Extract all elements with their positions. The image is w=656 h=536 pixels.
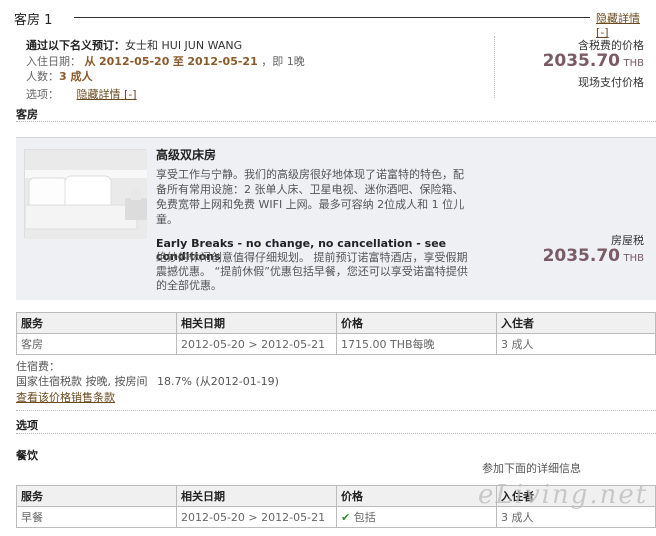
checkin-row: 入住日期： 从 2012-05-20 至 2012-05-21 ，即 1晚 [26,53,305,69]
room-price-currency: THB [623,253,645,264]
dining-section-title: 餐饮 [16,449,38,462]
guest-name: 女士和 HUI JUN WANG [125,39,243,52]
room-description: 享受工作与宁静。我们的高级房很好地体现了诺富特的特色，配备所有常用设施：2 张单… [156,168,465,226]
section-divider [16,410,656,411]
room-price-amount: 2035.70 [542,246,620,266]
cell-service: 早餐 [16,506,177,528]
watermark: eLiving.net [478,480,649,510]
included-text: 包括 [353,511,376,524]
people-value: 3 成人 [59,70,93,83]
col-price: 价格 [336,312,497,334]
room-price: 2035.70 THB [543,246,644,266]
room-photo[interactable] [24,149,147,239]
booked-by-row: 通过以下名义预订：女士和 HUI JUN WANG [26,37,242,53]
options-label: 选项： [26,88,59,101]
people-row: 人数：3 成人 [26,68,92,84]
check-icon: ✔ [341,511,351,524]
rooms-section-title: 客房 [16,108,38,121]
table-row: 客房 2012-05-20 > 2012-05-21 1715.00 THB每晚… [16,333,656,355]
end-date: 2012-05-21 [187,55,258,68]
cell-occupants: 3 成人 [496,333,656,355]
total-price-amount: 2035.70 [542,51,620,71]
tax-label: 住宿费： [16,360,60,373]
cell-dates: 2012-05-20 > 2012-05-21 [176,333,337,355]
col-dates: 相关日期 [176,312,337,334]
col-price: 价格 [336,485,497,507]
options-section-title: 选项 [16,419,38,432]
booked-by-label: 通过以下名义预订： [26,39,125,52]
total-price-currency: THB [623,58,645,69]
room-services-table: 服务 相关日期 价格 入住者 客房 2012-05-20 > 2012-05-2… [16,312,656,355]
section-divider [16,121,656,122]
cell-price: ✔ 包括 [336,506,497,528]
options-row: 选项： 隐藏詳情 [-] [26,86,137,102]
pay-at-hotel-label: 现场支付价格 [578,76,644,89]
col-dates: 相关日期 [176,485,337,507]
summary-separator [494,36,495,98]
col-service: 服务 [16,485,177,507]
dining-note: 参加下面的详细信息 [482,462,581,475]
start-date: 2012-05-20 [99,55,170,68]
nights-count: ，即 1晚 [261,55,305,68]
cell-price: 1715.00 THB每晚 [336,333,497,355]
people-label: 人数： [26,70,59,83]
section-divider [16,433,656,434]
sales-terms-link[interactable]: 查看该价格销售条款 [16,389,115,405]
tax-line: 国家住宿税款 按晚, 按房间 18.7% (从2012-01-19) [16,373,279,389]
checkin-label: 入住日期： [26,55,81,68]
options-hide-link[interactable]: 隐藏詳情 [-] [77,88,137,101]
cell-service: 客房 [16,333,177,355]
col-occupants: 入住者 [496,312,656,334]
tax-percent: 18.7% (从2012-01-19) [157,375,279,388]
hide-details-link[interactable]: 隐藏詳情 [-] [596,10,656,39]
rate-description: 绝妙的休闲创意值得仔细规划。 提前预订诺富特酒店，享受假期震撼优惠。 “提前休假… [156,251,468,292]
room-title: 客房 1 [14,13,53,28]
col-service: 服务 [16,312,177,334]
title-divider [74,17,590,18]
total-price: 2035.70 THB [543,51,644,71]
to-label: 至 [172,55,184,68]
table-header-row: 服务 相关日期 价格 入住者 [16,312,656,334]
cell-dates: 2012-05-20 > 2012-05-21 [176,506,337,528]
room-type-name[interactable]: 高级双床房 [156,146,216,163]
tax-line-text: 国家住宿税款 按晚, 按房间 [16,375,148,388]
from-label: 从 [84,55,96,68]
